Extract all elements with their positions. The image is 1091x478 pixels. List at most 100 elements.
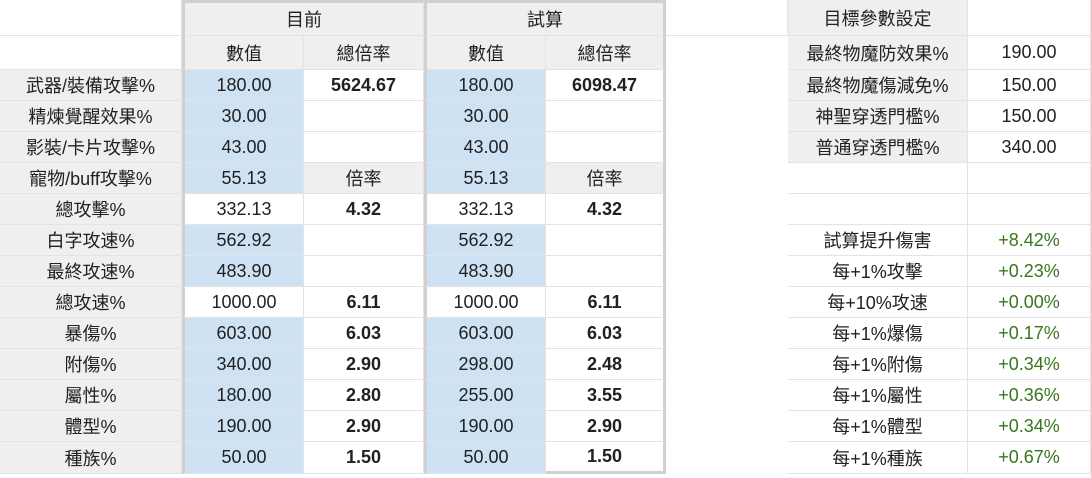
header-trial-total-multiplier[interactable]: 總倍率 [546, 36, 666, 70]
gain-label[interactable]: 每+1%屬性 [788, 380, 968, 411]
current-value-cell[interactable]: 180.00 [182, 380, 304, 411]
current-value-cell[interactable]: 30.00 [182, 101, 304, 132]
row-label[interactable]: 寵物/buff攻擊% [0, 163, 182, 194]
current-multiplier-cell[interactable]: 2.80 [304, 380, 424, 411]
trial-value-cell[interactable]: 43.00 [424, 132, 546, 163]
current-value-cell[interactable]: 43.00 [182, 132, 304, 163]
row-label[interactable]: 種族% [0, 442, 182, 474]
trial-value-cell[interactable]: 483.90 [424, 256, 546, 287]
trial-value-cell[interactable]: 30.00 [424, 101, 546, 132]
trial-value-cell[interactable]: 55.13 [424, 163, 546, 194]
current-value-cell[interactable]: 603.00 [182, 318, 304, 349]
current-value-cell[interactable]: 180.00 [182, 70, 304, 101]
row-label[interactable]: 暴傷% [0, 318, 182, 349]
current-multiplier-cell[interactable]: 2.90 [304, 349, 424, 380]
cell-empty[interactable] [788, 163, 968, 194]
target-value[interactable]: 150.00 [968, 70, 1091, 101]
current-multiplier-cell[interactable] [304, 256, 424, 287]
current-multiplier-cell[interactable]: 倍率 [304, 163, 424, 194]
trial-value-cell[interactable]: 50.00 [424, 442, 546, 474]
gain-label[interactable]: 每+1%附傷 [788, 349, 968, 380]
header-trial[interactable]: 試算 [424, 0, 666, 36]
row-label[interactable]: 體型% [0, 411, 182, 442]
trial-multiplier-cell[interactable] [546, 101, 666, 132]
header-current-value[interactable]: 數值 [182, 36, 304, 70]
cell-empty[interactable] [0, 0, 182, 36]
current-multiplier-cell[interactable] [304, 101, 424, 132]
target-value[interactable]: 150.00 [968, 101, 1091, 132]
trial-value-cell[interactable]: 255.00 [424, 380, 546, 411]
trial-multiplier-cell[interactable]: 4.32 [546, 194, 666, 225]
row-label[interactable]: 影裝/卡片攻擊% [0, 132, 182, 163]
current-value-cell[interactable]: 483.90 [182, 256, 304, 287]
header-current[interactable]: 目前 [182, 0, 424, 36]
cell-empty[interactable] [788, 194, 968, 225]
target-label[interactable]: 神聖穿透門檻% [788, 101, 968, 132]
gain-value[interactable]: +0.67% [968, 442, 1091, 474]
gain-value[interactable]: +0.00% [968, 287, 1091, 318]
trial-value-cell[interactable]: 190.00 [424, 411, 546, 442]
target-value[interactable]: 190.00 [968, 36, 1091, 70]
trial-value-cell[interactable]: 332.13 [424, 194, 546, 225]
trial-multiplier-cell[interactable]: 6098.47 [546, 70, 666, 101]
gain-value[interactable]: +0.34% [968, 349, 1091, 380]
header-current-total-multiplier[interactable]: 總倍率 [304, 36, 424, 70]
trial-multiplier-cell[interactable] [546, 132, 666, 163]
row-label[interactable]: 精煉覺醒效果% [0, 101, 182, 132]
current-multiplier-cell[interactable]: 5624.67 [304, 70, 424, 101]
row-label[interactable]: 附傷% [0, 349, 182, 380]
target-value[interactable]: 340.00 [968, 132, 1091, 163]
target-label[interactable]: 最終物魔傷減免% [788, 70, 968, 101]
header-target-settings[interactable]: 目標參數設定 [788, 0, 968, 36]
trial-multiplier-cell[interactable]: 2.90 [546, 411, 666, 442]
trial-multiplier-cell[interactable]: 2.48 [546, 349, 666, 380]
trial-value-cell[interactable]: 180.00 [424, 70, 546, 101]
trial-value-cell[interactable]: 298.00 [424, 349, 546, 380]
current-value-cell[interactable]: 1000.00 [182, 287, 304, 318]
current-value-cell[interactable]: 50.00 [182, 442, 304, 474]
trial-value-cell[interactable]: 562.92 [424, 225, 546, 256]
current-value-cell[interactable]: 55.13 [182, 163, 304, 194]
target-label[interactable]: 最終物魔防效果% [788, 36, 968, 70]
row-label[interactable]: 總攻擊% [0, 194, 182, 225]
cell-empty[interactable] [666, 0, 788, 36]
gain-label[interactable]: 每+1%體型 [788, 411, 968, 442]
gain-value[interactable]: +0.34% [968, 411, 1091, 442]
current-multiplier-cell[interactable]: 6.03 [304, 318, 424, 349]
trial-multiplier-cell[interactable] [546, 225, 666, 256]
gain-label[interactable]: 每+1%種族 [788, 442, 968, 474]
gain-label[interactable]: 每+1%爆傷 [788, 318, 968, 349]
trial-multiplier-cell[interactable]: 倍率 [546, 163, 666, 194]
current-multiplier-cell[interactable] [304, 132, 424, 163]
trial-value-cell[interactable]: 603.00 [424, 318, 546, 349]
gain-value[interactable]: +8.42% [968, 225, 1091, 256]
current-value-cell[interactable]: 340.00 [182, 349, 304, 380]
gain-value[interactable]: +0.23% [968, 256, 1091, 287]
row-label[interactable]: 屬性% [0, 380, 182, 411]
cell-empty[interactable] [968, 0, 1091, 36]
trial-multiplier-cell[interactable]: 1.50 [546, 442, 666, 474]
current-multiplier-cell[interactable]: 6.11 [304, 287, 424, 318]
cell-empty[interactable] [968, 163, 1091, 194]
trial-value-cell[interactable]: 1000.00 [424, 287, 546, 318]
current-value-cell[interactable]: 190.00 [182, 411, 304, 442]
current-multiplier-cell[interactable] [304, 225, 424, 256]
row-label[interactable]: 總攻速% [0, 287, 182, 318]
header-trial-value[interactable]: 數值 [424, 36, 546, 70]
current-multiplier-cell[interactable]: 4.32 [304, 194, 424, 225]
gain-label[interactable]: 每+10%攻速 [788, 287, 968, 318]
row-label[interactable]: 最終攻速% [0, 256, 182, 287]
trial-multiplier-cell[interactable]: 6.11 [546, 287, 666, 318]
trial-multiplier-cell[interactable]: 6.03 [546, 318, 666, 349]
current-multiplier-cell[interactable]: 2.90 [304, 411, 424, 442]
row-label[interactable]: 武器/裝備攻擊% [0, 70, 182, 101]
gain-value[interactable]: +0.17% [968, 318, 1091, 349]
trial-multiplier-cell[interactable] [546, 256, 666, 287]
current-value-cell[interactable]: 562.92 [182, 225, 304, 256]
gain-value[interactable]: +0.36% [968, 380, 1091, 411]
gain-label[interactable]: 每+1%攻擊 [788, 256, 968, 287]
cell-empty[interactable] [0, 36, 182, 70]
row-label[interactable]: 白字攻速% [0, 225, 182, 256]
trial-multiplier-cell[interactable]: 3.55 [546, 380, 666, 411]
gain-label[interactable]: 試算提升傷害 [788, 225, 968, 256]
